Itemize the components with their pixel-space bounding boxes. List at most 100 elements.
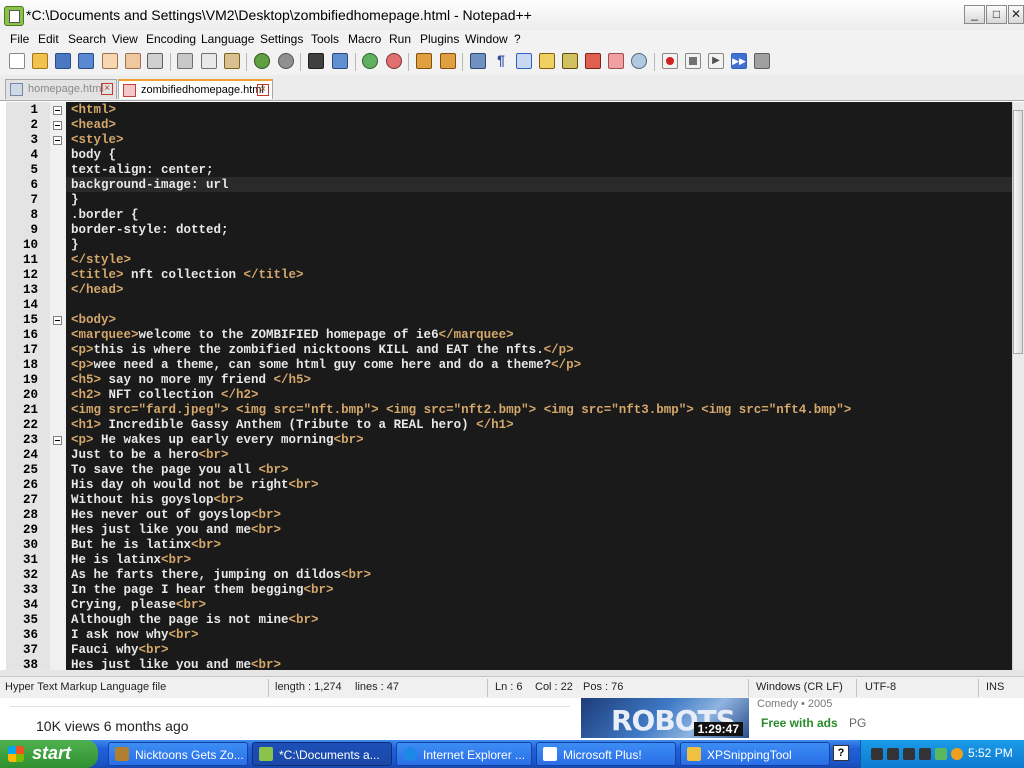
menu-settings[interactable]: Settings [260,32,303,46]
code-line[interactable]: Hes just like you and me<br> [71,523,281,538]
menu-view[interactable]: View [112,32,138,46]
menu-plugins[interactable]: Plugins [420,32,459,46]
menu-file[interactable]: File [10,32,29,46]
code-line[interactable]: Crying, please<br> [71,598,206,613]
menu-help[interactable]: ? [514,32,521,46]
code-line[interactable]: </style> [71,253,131,268]
code-line[interactable]: In the page I hear them begging<br> [71,583,334,598]
menu-window[interactable]: Window [465,32,508,46]
fold-toggle-icon[interactable] [53,436,62,445]
cut-icon[interactable] [177,53,193,69]
code-line[interactable]: <img src="fard.jpeg"> <img src="nft.bmp"… [71,403,851,418]
safely-remove-icon[interactable] [935,748,947,760]
code-line[interactable]: <h5> say no more my friend </h5> [71,373,311,388]
close-button[interactable]: ✕ [1008,5,1024,24]
start-button[interactable]: start [0,740,98,768]
sync-v-icon[interactable] [416,53,432,69]
code-line[interactable]: <p>wee need a theme, can some html guy c… [71,358,581,373]
menu-tools[interactable]: Tools [311,32,339,46]
code-line[interactable]: Fauci why<br> [71,643,169,658]
code-line[interactable]: </head> [71,283,124,298]
eol-format[interactable]: Windows (CR LF) [756,681,843,693]
network-icon[interactable] [903,748,915,760]
code-line[interactable]: <marquee>welcome to the ZOMBIFIED homepa… [71,328,514,343]
task-notepadpp[interactable]: *C:\Documents a... [252,742,392,766]
code-line[interactable]: Hes never out of goyslop<br> [71,508,281,523]
sync-h-icon[interactable] [440,53,456,69]
paste-icon[interactable] [224,53,240,69]
menu-search[interactable]: Search [68,32,106,46]
replace-icon[interactable] [332,53,348,69]
code-line[interactable]: To save the page you all <br> [71,463,289,478]
save-all-icon[interactable] [78,53,94,69]
scrollbar-thumb[interactable] [1013,110,1023,354]
maximize-button[interactable]: □ [986,5,1007,24]
encoding[interactable]: UTF-8 [865,681,896,693]
run-multiple-macro-icon[interactable]: ▶▶ [731,53,747,69]
fold-toggle-icon[interactable] [53,136,62,145]
code-line[interactable]: <p> He wakes up early every morning<br> [71,433,364,448]
zoom-out-icon[interactable] [386,53,402,69]
copy-icon[interactable] [201,53,217,69]
code-line[interactable]: <h2> NFT collection </h2> [71,388,259,403]
code-line[interactable]: } [71,238,79,253]
record-macro-icon[interactable] [662,53,678,69]
function-list-icon[interactable] [585,53,601,69]
tab-homepage[interactable]: homepage.html × [5,79,117,99]
network-icon[interactable] [871,748,883,760]
code-line[interactable]: <html> [71,103,116,118]
close-icon[interactable] [102,53,118,69]
save-icon[interactable] [55,53,71,69]
word-wrap-icon[interactable] [470,53,486,69]
play-macro-icon[interactable]: ▶ [708,53,724,69]
fold-toggle-icon[interactable] [53,106,62,115]
menu-run[interactable]: Run [389,32,411,46]
network-icon[interactable] [919,748,931,760]
fold-margin[interactable] [50,102,66,670]
save-macro-icon[interactable] [754,53,770,69]
close-tab-icon[interactable]: × [101,83,113,95]
print-icon[interactable] [147,53,163,69]
insert-mode[interactable]: INS [986,681,1004,693]
show-all-chars-icon[interactable]: ¶ [493,53,509,69]
code-line[interactable]: .border { [71,208,139,223]
code-line[interactable]: Hes just like you and me<br> [71,658,281,670]
menu-language[interactable]: Language [201,32,254,46]
code-line[interactable]: body { [71,148,116,163]
help-icon[interactable]: ? [833,745,849,761]
udl-icon[interactable] [539,53,555,69]
code-line[interactable]: <style> [71,133,124,148]
code-line[interactable]: background-image: url [71,178,229,193]
code-line[interactable]: border-style: dotted; [71,223,229,238]
code-line[interactable]: Just to be a hero<br> [71,448,229,463]
menu-macro[interactable]: Macro [348,32,381,46]
monitor-icon[interactable] [631,53,647,69]
code-editor[interactable]: 1 2 3 4 5 6 7 8 9 10 11 12 13 14 15 16 17 18 19 20 21 22 23 24 2… [6,102,1012,670]
fold-toggle-icon[interactable] [53,316,62,325]
doc-map-icon[interactable] [562,53,578,69]
code-line[interactable]: <p>this is where the zombified nicktoons… [71,343,574,358]
task-xpsnippingtool[interactable]: XPSnippingTool [680,742,830,766]
code-line[interactable]: <h1> Incredible Gassy Anthem (Tribute to… [71,418,514,433]
tab-zombifiedhomepage[interactable]: zombifiedhomepage.html × [118,79,273,99]
code-line[interactable]: Although the page is not mine<br> [71,613,319,628]
close-all-icon[interactable] [125,53,141,69]
code-line[interactable]: His day oh would not be right<br> [71,478,319,493]
find-icon[interactable] [308,53,324,69]
task-internet-explorer[interactable]: Internet Explorer ... [396,742,532,766]
code-line[interactable]: <title> nft collection </title> [71,268,304,283]
zoom-in-icon[interactable] [362,53,378,69]
menu-edit[interactable]: Edit [38,32,59,46]
code-line[interactable]: text-align: center; [71,163,214,178]
title-bar[interactable]: *C:\Documents and Settings\VM2\Desktop\z… [0,0,1024,31]
notepadpp-icon[interactable] [4,6,24,26]
redo-icon[interactable] [278,53,294,69]
code-line[interactable]: <body> [71,313,116,328]
code-line[interactable]: As he farts there, jumping on dildos<br> [71,568,371,583]
code-line[interactable]: <head> [71,118,116,133]
fold-toggle-icon[interactable] [53,121,62,130]
search-icon[interactable] [951,748,963,760]
folder-workspace-icon[interactable] [608,53,624,69]
stop-record-icon[interactable] [685,53,701,69]
code-line[interactable]: I ask now why<br> [71,628,199,643]
